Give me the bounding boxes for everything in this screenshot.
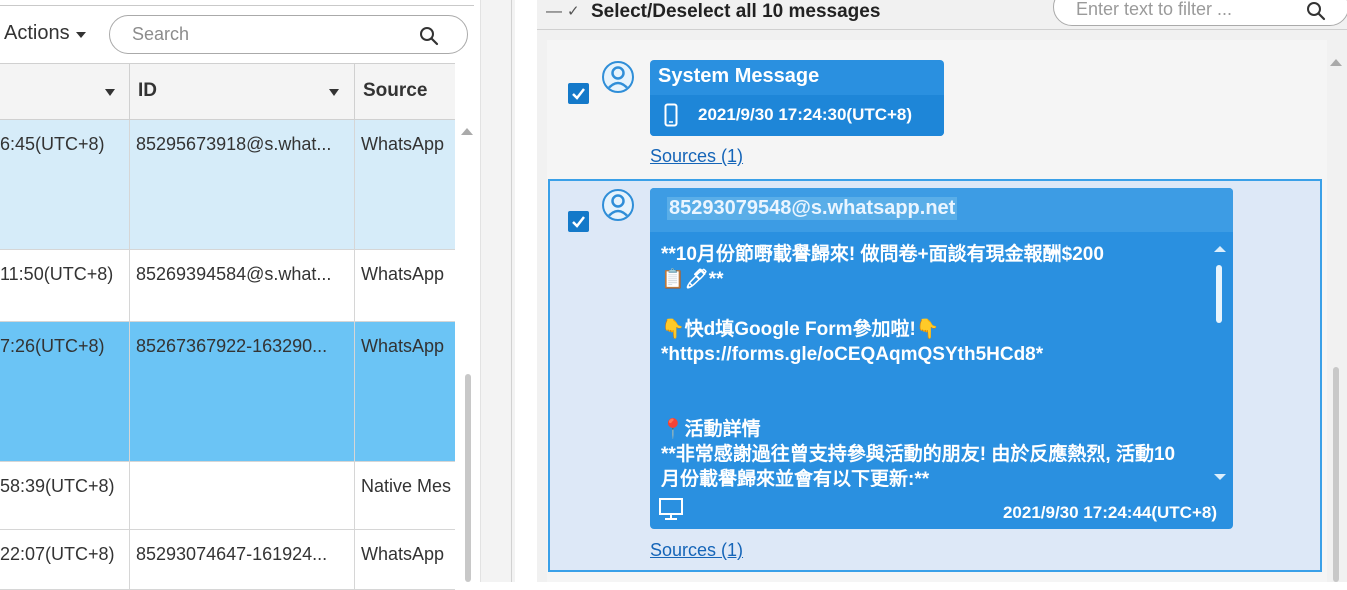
scrollbar-thumb[interactable] xyxy=(1333,367,1339,582)
message-line: 📋🖊** xyxy=(661,269,724,290)
id-cell: 85295673918@s.what... xyxy=(130,120,355,249)
check-icon[interactable]: ✓ xyxy=(567,2,580,20)
pane-splitter[interactable] xyxy=(480,0,515,582)
splitter-line xyxy=(511,0,512,582)
message-list-scrollbar[interactable] xyxy=(1328,52,1347,582)
scroll-up-icon[interactable] xyxy=(1214,246,1226,252)
table-scrollbar[interactable] xyxy=(455,119,480,582)
message-toolbar: — ✓ Select/Deselect all 10 messages xyxy=(537,0,1347,30)
source-cell: Native Mes xyxy=(361,476,452,496)
mobile-phone-icon xyxy=(664,103,678,127)
message-line: 📍活動詳情 xyxy=(661,419,761,440)
sources-link[interactable]: Sources (1) xyxy=(650,146,743,167)
conversation-table: ID Source 6:45(UTC+8) 85295673918@s.what… xyxy=(0,63,455,590)
filter-box[interactable] xyxy=(1053,0,1347,26)
message-body[interactable]: **10月份節嘢載譽歸來! 做問卷+面談有現金報酬$200 📋🖊** 👇快d填G… xyxy=(661,242,1207,487)
filter-input[interactable] xyxy=(1076,0,1276,20)
time-cell: 6:45(UTC+8) xyxy=(0,120,130,249)
message-line: **10月份節嘢載譽歸來! 做問卷+面談有現金報酬$200 xyxy=(661,244,1104,265)
top-border xyxy=(0,0,474,6)
avatar-icon xyxy=(602,189,634,221)
source-cell: WhatsApp xyxy=(361,544,445,564)
table-row[interactable]: 7:26(UTC+8) 85267367922-163290... WhatsA… xyxy=(0,322,455,462)
search-icon[interactable] xyxy=(419,26,439,46)
message-bubble[interactable]: System Message 2021/9/30 17:24:30(UTC+8) xyxy=(650,60,944,136)
time-cell: 22:07(UTC+8) xyxy=(0,530,130,589)
message-line: 月份載譽歸來並會有以下更新:** xyxy=(661,469,930,487)
conversation-list-pane: Actions ID Source 6:45(UTC+8) 852956739 xyxy=(0,0,480,590)
message-timestamp: 2021/9/30 17:24:30(UTC+8) xyxy=(698,105,913,124)
source-cell: WhatsApp xyxy=(361,134,445,154)
search-icon[interactable] xyxy=(1306,1,1326,21)
scroll-down-icon[interactable] xyxy=(1214,474,1226,480)
time-cell: 58:39(UTC+8) xyxy=(0,462,130,529)
actions-menu-button[interactable]: Actions xyxy=(4,22,86,45)
scrollbar-thumb[interactable] xyxy=(1216,265,1222,323)
column-header-id-label: ID xyxy=(138,80,157,101)
search-input[interactable] xyxy=(132,24,412,45)
message-sender[interactable]: 85293079548@s.whatsapp.net xyxy=(667,197,958,220)
source-cell: WhatsApp xyxy=(361,336,445,356)
message-checkbox[interactable] xyxy=(568,211,589,232)
message-sender: System Message xyxy=(658,65,820,87)
chevron-down-icon xyxy=(75,31,86,38)
message-bubble[interactable]: 85293079548@s.whatsapp.net **10月份節嘢載譽歸來!… xyxy=(650,188,1233,529)
id-cell: 85267367922-163290... xyxy=(130,322,355,461)
source-cell: WhatsApp xyxy=(361,264,445,284)
time-cell: 11:50(UTC+8) xyxy=(0,250,130,321)
message-body-scrollbar[interactable] xyxy=(1212,244,1226,484)
sort-dropdown-icon[interactable] xyxy=(105,89,115,96)
column-header-source-label: Source xyxy=(363,80,428,101)
collapse-icon[interactable]: — xyxy=(546,3,562,21)
select-all-toggle[interactable]: Select/Deselect all 10 messages xyxy=(591,1,880,23)
table-row[interactable]: 6:45(UTC+8) 85295673918@s.what... WhatsA… xyxy=(0,120,455,250)
table-row[interactable]: 58:39(UTC+8) Native Mes xyxy=(0,462,455,530)
avatar-icon xyxy=(602,61,634,93)
message-timestamp: 2021/9/30 17:24:44(UTC+8) xyxy=(1002,503,1217,522)
actions-label: Actions xyxy=(4,22,70,44)
message-footer: 2021/9/30 17:24:30(UTC+8) xyxy=(650,95,944,136)
message-line: 👇快d填Google Form參加啦!👇 xyxy=(661,319,940,340)
sources-link[interactable]: Sources (1) xyxy=(650,540,743,561)
scrollbar-thumb[interactable] xyxy=(465,374,471,582)
search-box[interactable] xyxy=(109,15,468,54)
message-line xyxy=(661,392,1207,417)
message-checkbox[interactable] xyxy=(568,83,589,104)
table-header: ID Source xyxy=(0,64,455,120)
sort-dropdown-icon[interactable] xyxy=(329,89,339,96)
id-cell xyxy=(130,462,355,529)
id-cell: 85269394584@s.what... xyxy=(130,250,355,321)
scroll-up-icon[interactable] xyxy=(1330,59,1342,66)
time-cell: 7:26(UTC+8) xyxy=(0,322,130,461)
message-line xyxy=(661,367,1207,392)
message-line xyxy=(661,292,1207,317)
desktop-monitor-icon xyxy=(659,498,683,520)
column-header-time[interactable] xyxy=(0,64,130,120)
column-header-id[interactable]: ID xyxy=(130,64,355,120)
column-header-source[interactable]: Source xyxy=(355,64,455,120)
table-row[interactable]: 22:07(UTC+8) 85293074647-161924... Whats… xyxy=(0,530,455,590)
message-detail-pane: — ✓ Select/Deselect all 10 messages Syst… xyxy=(537,0,1347,582)
message-line: **非常感謝過往曾支持參與活動的朋友! 由於反應熱烈, 活動10 xyxy=(661,444,1176,465)
message-footer: 2021/9/30 17:24:44(UTC+8) xyxy=(650,493,1233,529)
message-link[interactable]: *https://forms.gle/oCEQAqmQSYth5HCd8* xyxy=(661,342,1207,367)
message-header: 85293079548@s.whatsapp.net xyxy=(650,188,1233,232)
table-row[interactable]: 11:50(UTC+8) 85269394584@s.what... Whats… xyxy=(0,250,455,322)
scroll-up-icon[interactable] xyxy=(461,128,473,135)
id-cell: 85293074647-161924... xyxy=(130,530,355,589)
